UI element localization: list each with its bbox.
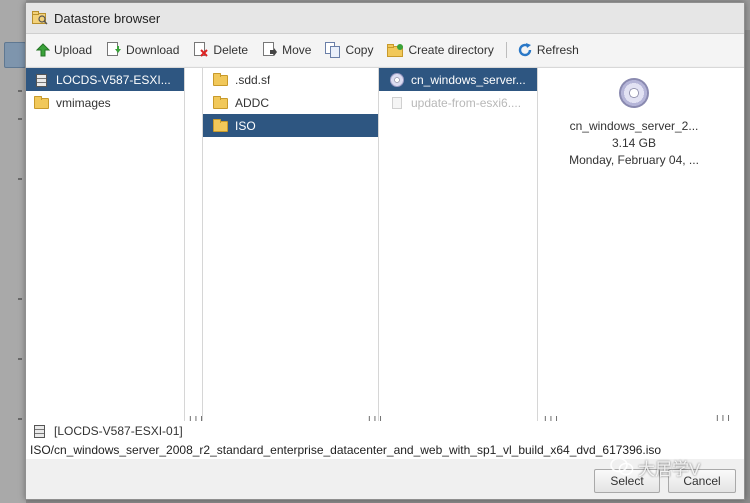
delete-label: Delete <box>213 43 249 57</box>
list-item-label: LOCDS-V587-ESXI... <box>56 72 171 87</box>
refresh-label: Refresh <box>536 43 579 57</box>
folder-icon <box>34 95 50 110</box>
preview-filename: cn_windows_server_2... <box>569 119 699 133</box>
list-item-datastore[interactable]: LOCDS-V587-ESXI... <box>26 68 184 91</box>
upload-button[interactable]: Upload <box>36 43 92 57</box>
background-tick <box>18 90 22 92</box>
download-label: Download <box>126 43 180 57</box>
background-button <box>4 42 26 68</box>
copy-icon <box>325 42 341 58</box>
list-item-label: vmimages <box>56 95 111 110</box>
list-item-label: cn_windows_server... <box>411 72 526 87</box>
cancel-button[interactable]: Cancel <box>668 469 736 493</box>
background-sidebar <box>0 0 26 503</box>
preview-modified: Monday, February 04, ... <box>569 153 699 167</box>
datastore-browser-dialog: Datastore browser Upload Download Delete… <box>25 2 745 500</box>
list-item-folder[interactable]: vmimages <box>26 91 184 114</box>
move-icon <box>263 42 278 56</box>
list-item-file[interactable]: cn_windows_server... <box>379 68 537 91</box>
datastores-column: LOCDS-V587-ESXI... vmimages ||| <box>26 68 205 431</box>
toolbar: Upload Download Delete Move Copy Create … <box>26 34 744 66</box>
create-directory-button[interactable]: Create directory <box>387 43 494 58</box>
list-item-folder[interactable]: ADDC <box>203 91 378 114</box>
file-icon <box>389 96 405 110</box>
files-column: cn_windows_server... update-from-esxi6..… <box>378 68 560 431</box>
list-item-label: update-from-esxi6.... <box>411 95 522 110</box>
background-tick <box>18 178 22 180</box>
create-directory-label: Create directory <box>408 43 494 57</box>
list-item-folder[interactable]: ISO <box>203 114 378 137</box>
preview-size: 3.14 GB <box>611 136 657 150</box>
download-button[interactable]: Download <box>106 42 179 58</box>
datastore-icon <box>32 424 46 438</box>
copy-button[interactable]: Copy <box>325 42 373 58</box>
background-tick <box>18 418 22 420</box>
upload-icon <box>36 43 50 57</box>
datastore-browser-icon <box>32 11 48 25</box>
upload-label: Upload <box>54 43 93 57</box>
browser-panes: LOCDS-V587-ESXI... vmimages ||| .sdd.sf … <box>26 67 744 431</box>
disc-icon <box>619 78 649 108</box>
delete-icon <box>194 42 209 57</box>
folder-icon <box>213 72 229 87</box>
refresh-button[interactable]: Refresh <box>517 42 579 58</box>
select-button[interactable]: Select <box>594 469 660 493</box>
background-tick <box>18 298 22 300</box>
dialog-titlebar: Datastore browser <box>26 3 744 34</box>
list-item-file: update-from-esxi6.... <box>379 91 537 114</box>
dialog-title: Datastore browser <box>54 10 161 26</box>
move-button[interactable]: Move <box>262 42 311 58</box>
background-tick <box>18 118 22 120</box>
copy-label: Copy <box>345 43 374 57</box>
refresh-icon <box>518 43 532 57</box>
download-icon <box>107 42 122 56</box>
folder-plus-icon <box>387 43 404 57</box>
toolbar-separator <box>505 42 507 58</box>
selected-path: ISO/cn_windows_server_2008_r2_standard_e… <box>30 443 662 457</box>
move-label: Move <box>282 43 312 57</box>
disc-icon <box>389 72 405 87</box>
folder-icon <box>213 118 229 133</box>
background-tick <box>18 358 22 360</box>
folders-column: .sdd.sf ADDC ISO ||| <box>202 68 384 431</box>
delete-button[interactable]: Delete <box>193 42 248 58</box>
status-datastore: [LOCDS-V587-ESXI-01] <box>30 421 744 441</box>
list-item-folder[interactable]: .sdd.sf <box>203 68 378 91</box>
file-preview: cn_windows_server_2... 3.14 GB Monday, F… <box>554 68 714 169</box>
list-item-label: ADDC <box>235 95 270 110</box>
folder-icon <box>213 95 229 110</box>
datastore-icon <box>34 73 50 87</box>
status-datastore-label: [LOCDS-V587-ESXI-01] <box>54 424 183 438</box>
list-item-label: ISO <box>235 118 256 133</box>
status-bar: [LOCDS-V587-ESXI-01] ISO/cn_windows_serv… <box>26 421 744 459</box>
list-item-label: .sdd.sf <box>235 72 271 87</box>
